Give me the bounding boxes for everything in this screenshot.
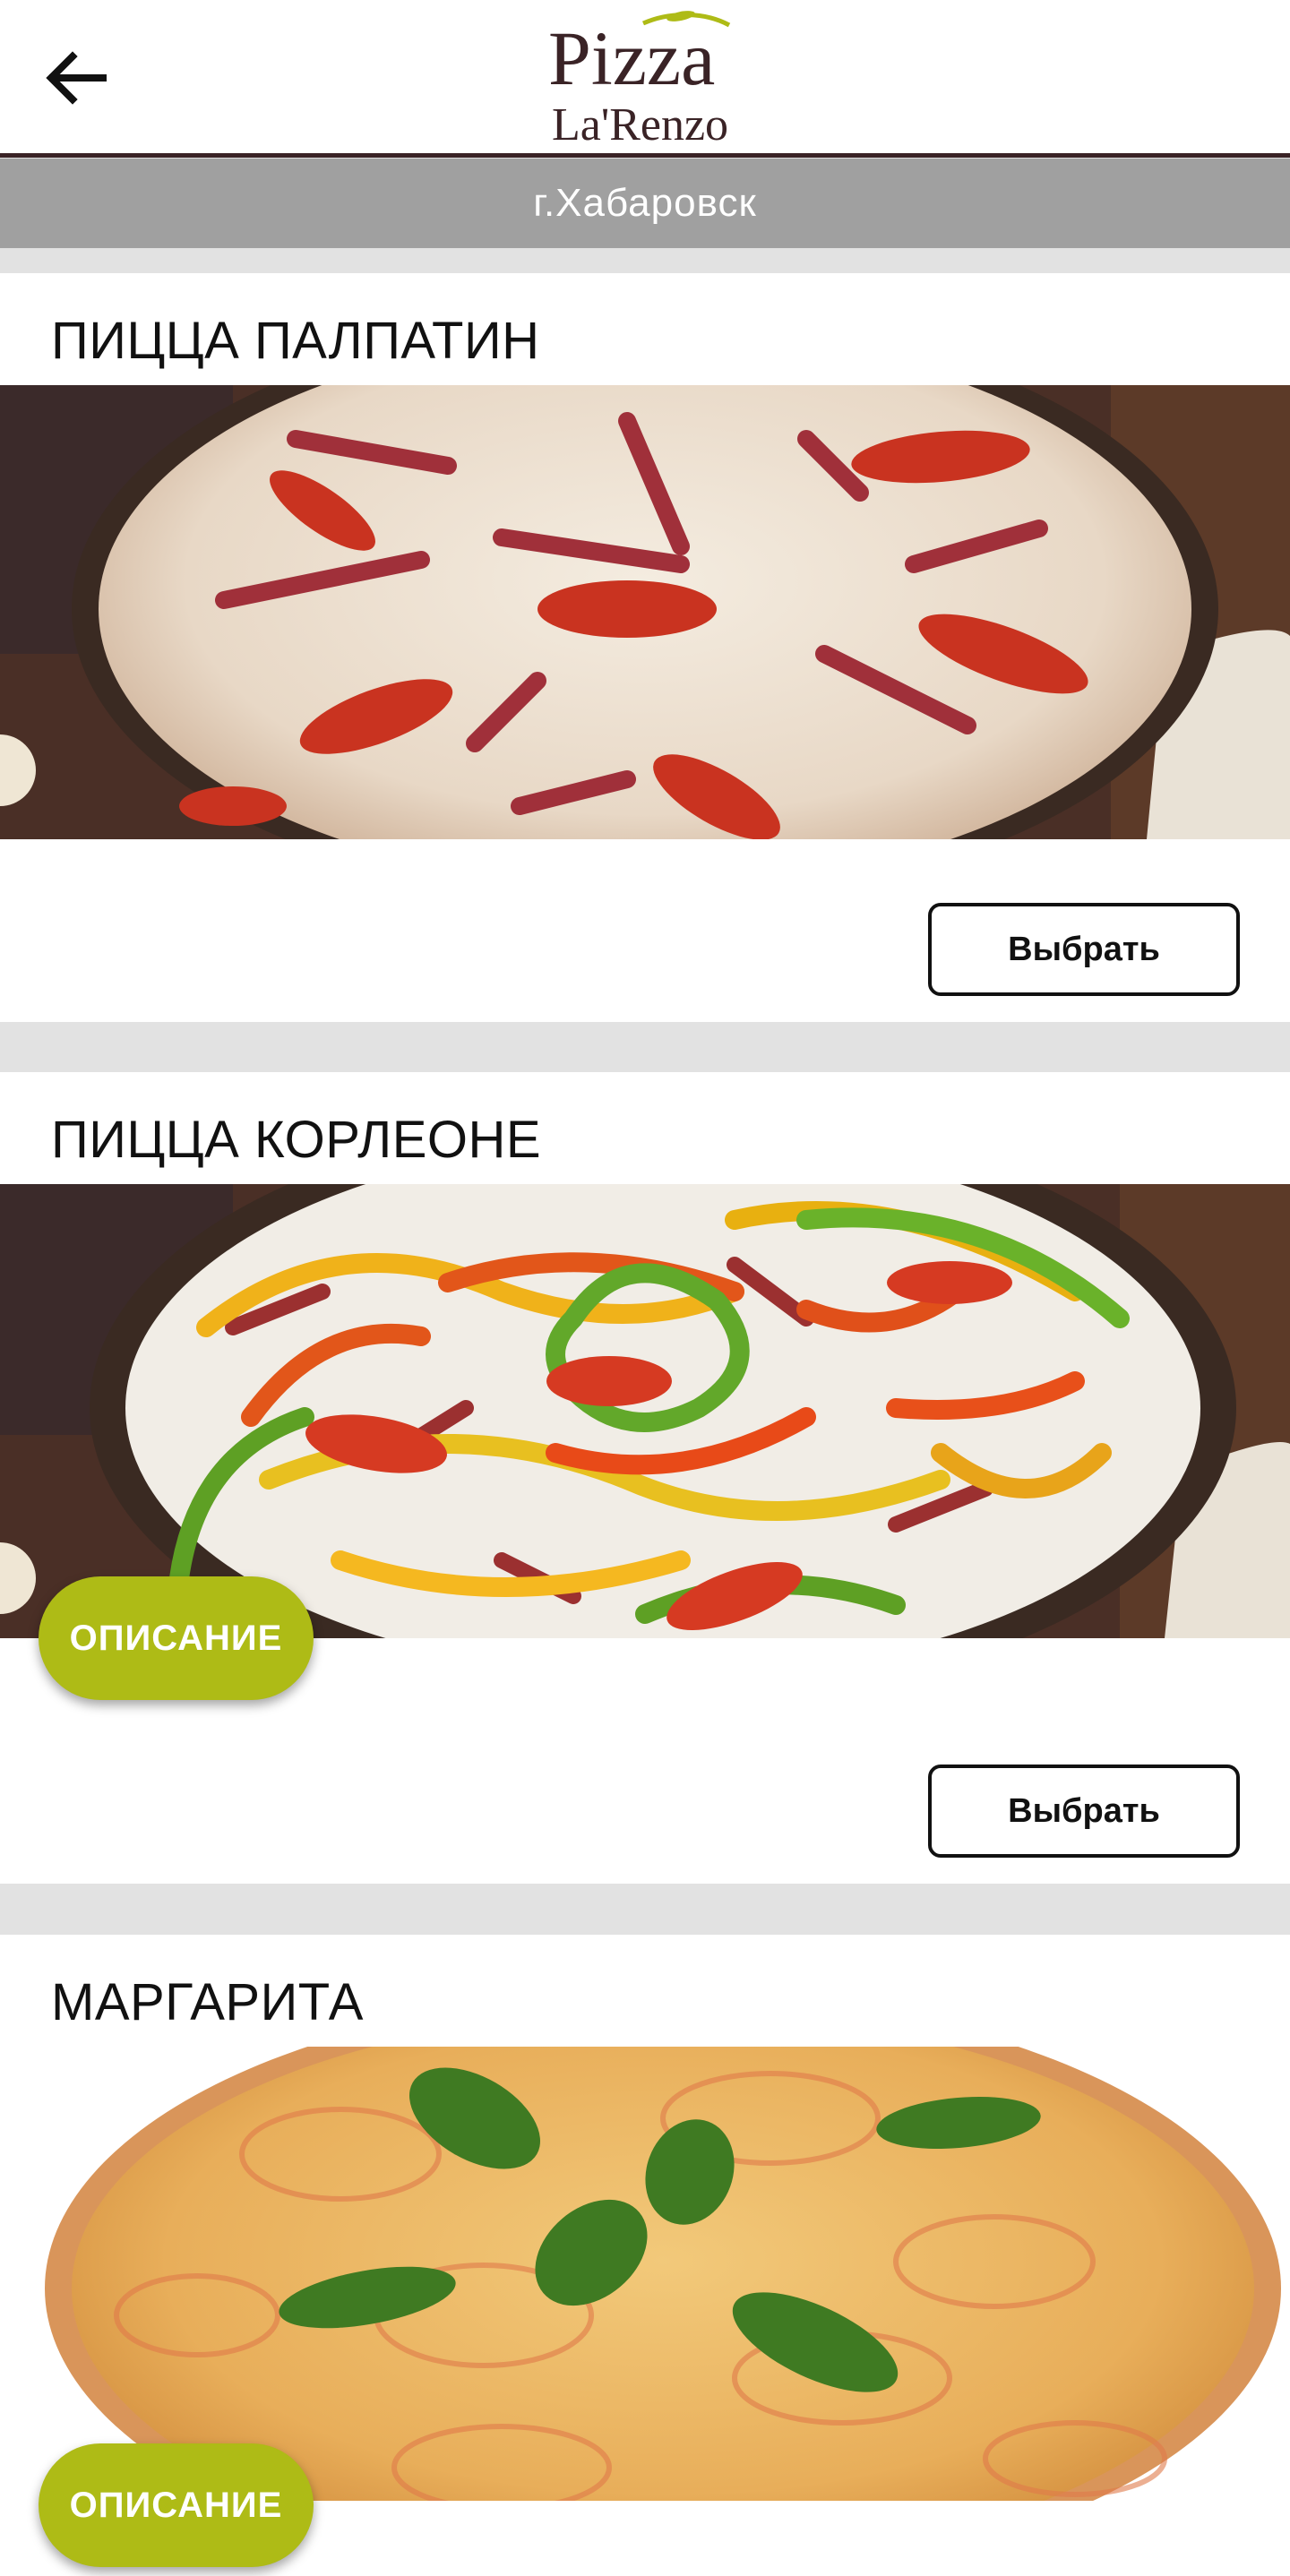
back-button[interactable] [36, 38, 116, 118]
product-card: ПИЦЦА КОРЛЕОНЕ ОПИСАНИЕ Выбрать [0, 1072, 1290, 1884]
product-photo[interactable] [0, 2047, 1290, 2501]
description-button[interactable]: ОПИСАНИЕ [39, 1576, 314, 1700]
product-title: ПИЦЦА КОРЛЕОНЕ [51, 1111, 542, 1169]
product-photo[interactable] [0, 385, 1290, 839]
product-title: ПИЦЦА ПАЛПАТИН [51, 312, 540, 370]
logo-text-top: Pizza [548, 15, 715, 101]
logo-text-bottom: La'Renzo [552, 99, 728, 150]
select-button[interactable]: Выбрать [928, 903, 1240, 996]
product-card: МАРГАРИТА ОПИСАНИЕ [0, 1935, 1290, 2576]
product-card: ПИЦЦА ПАЛПАТИН Выбрать [0, 273, 1290, 1022]
city-label: г.Хабаровск [533, 181, 757, 225]
description-button-label: ОПИСАНИЕ [69, 1618, 283, 1658]
brand-logo: Pizza La'Renzo [538, 7, 752, 150]
app-header: Pizza La'Renzo [0, 0, 1290, 158]
product-title: МАРГАРИТА [51, 1973, 364, 2031]
description-button[interactable]: ОПИСАНИЕ [39, 2443, 314, 2567]
arrow-left-icon [46, 51, 107, 105]
description-button-label: ОПИСАНИЕ [69, 2485, 283, 2525]
product-photo[interactable] [0, 1184, 1290, 1638]
select-button-label: Выбрать [1008, 930, 1160, 968]
select-button-label: Выбрать [1008, 1791, 1160, 1830]
select-button[interactable]: Выбрать [928, 1765, 1240, 1858]
city-selector[interactable]: г.Хабаровск [0, 159, 1290, 248]
